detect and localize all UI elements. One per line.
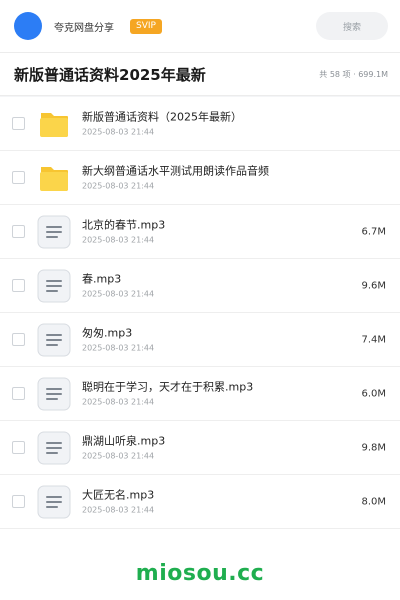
folder-summary: 共 58 项 · 699.1M	[319, 69, 388, 79]
file-icon	[37, 323, 71, 357]
folder-icon	[37, 107, 71, 141]
list-item[interactable]: 鼎湖山听泉.mp3 2025-08-03 21:44 9.8M	[0, 421, 400, 475]
select-checkbox[interactable]	[12, 333, 25, 346]
file-name: 新大纲普通话水平测试用朗读作品音频	[82, 164, 269, 177]
page-title: 新版普通话资料2025年最新	[14, 65, 206, 84]
file-name: 春.mp3	[82, 272, 122, 285]
top-bar: 夸克网盘分享 SVIP 搜索	[0, 0, 400, 52]
site-watermark: miosou.cc	[135, 560, 265, 586]
select-checkbox[interactable]	[12, 117, 25, 130]
file-list: 新版普通话资料（2025年最新） 2025-08-03 21:44 新大纲普通话…	[0, 97, 400, 546]
file-date: 2025-08-03 21:44	[82, 127, 155, 136]
brand-name: 夸克网盘分享	[54, 22, 114, 34]
file-size: 9.8M	[361, 442, 386, 453]
svip-badge: SVIP	[130, 18, 162, 34]
file-date: 2025-08-03 21:44	[82, 289, 155, 298]
select-checkbox[interactable]	[12, 171, 25, 184]
list-item[interactable]: 匆匆.mp3 2025-08-03 21:44 7.4M	[0, 313, 400, 367]
file-name: 大匠无名.mp3	[82, 488, 155, 501]
file-icon	[37, 377, 71, 411]
file-size: 9.6M	[361, 280, 386, 291]
file-icon	[37, 431, 71, 465]
folder-icon	[37, 161, 71, 195]
list-item[interactable]: 春.mp3 2025-08-03 21:44 9.6M	[0, 259, 400, 313]
select-checkbox[interactable]	[12, 495, 25, 508]
list-item[interactable]: 聪明在于学习，天才在于积累.mp3 2025-08-03 21:44 6.0M	[0, 367, 400, 421]
file-size: 8.0M	[361, 496, 386, 507]
file-icon	[37, 215, 71, 249]
select-checkbox[interactable]	[12, 279, 25, 292]
avatar[interactable]	[14, 12, 42, 40]
file-date: 2025-08-03 21:44	[82, 343, 155, 352]
folder-header: 新版普通话资料2025年最新 共 58 项 · 699.1M	[0, 52, 400, 96]
file-size: 7.4M	[361, 334, 386, 345]
file-size: 6.7M	[361, 226, 386, 237]
select-checkbox[interactable]	[12, 225, 25, 238]
file-name: 聪明在于学习，天才在于积累.mp3	[82, 380, 254, 393]
list-item[interactable]: 新版普通话资料（2025年最新） 2025-08-03 21:44	[0, 97, 400, 151]
list-item[interactable]: 大匠无名.mp3 2025-08-03 21:44 8.0M	[0, 475, 400, 529]
file-date: 2025-08-03 21:44	[82, 397, 155, 406]
file-date: 2025-08-03 21:44	[82, 451, 155, 460]
file-name: 匆匆.mp3	[82, 326, 133, 339]
list-item[interactable]: 北京的春节.mp3 2025-08-03 21:44 6.7M	[0, 205, 400, 259]
select-checkbox[interactable]	[12, 441, 25, 454]
file-name: 鼎湖山听泉.mp3	[82, 434, 166, 447]
file-icon	[37, 269, 71, 303]
file-date: 2025-08-03 21:44	[82, 181, 155, 190]
file-date: 2025-08-03 21:44	[82, 235, 155, 244]
select-checkbox[interactable]	[12, 387, 25, 400]
search-input[interactable]: 搜索	[316, 12, 388, 40]
list-item[interactable]: 新大纲普通话水平测试用朗读作品音频 2025-08-03 21:44	[0, 151, 400, 205]
file-size: 6.0M	[361, 388, 386, 399]
file-icon	[37, 485, 71, 519]
file-date: 2025-08-03 21:44	[82, 505, 155, 514]
file-name: 北京的春节.mp3	[82, 218, 166, 231]
footer: miosou.cc	[0, 546, 400, 600]
file-name: 新版普通话资料（2025年最新）	[82, 110, 242, 123]
